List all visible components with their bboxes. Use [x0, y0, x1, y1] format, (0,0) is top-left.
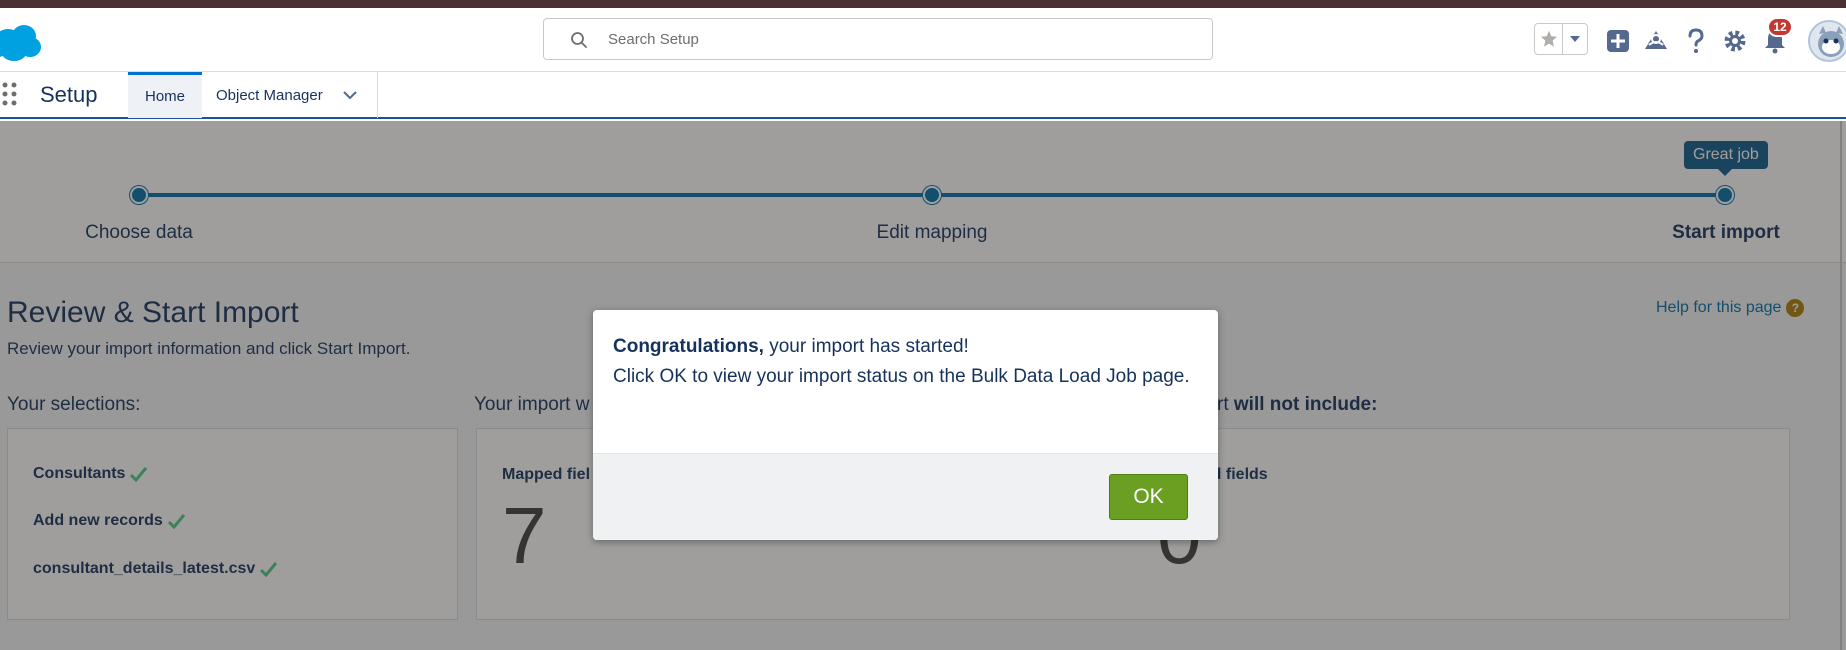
tab-object-manager-label: Object Manager: [216, 86, 323, 104]
search-icon: [571, 32, 587, 48]
global-actions-button[interactable]: [1603, 26, 1633, 56]
trailhead-button[interactable]: [1641, 26, 1671, 56]
favorites-group: [1534, 23, 1588, 55]
context-bar: Setup Home Object Manager: [0, 72, 1846, 119]
modal-congrats-bold: Congratulations,: [613, 336, 764, 357]
tab-home[interactable]: Home: [128, 72, 202, 118]
modal-line-1: Congratulations, your import has started…: [613, 332, 1198, 362]
user-avatar-icon: [1810, 22, 1846, 60]
browser-top-strip: [0, 0, 1846, 8]
modal-line-1-rest: your import has started!: [763, 336, 969, 357]
import-started-modal: Congratulations, your import has started…: [593, 310, 1218, 540]
ok-button[interactable]: OK: [1109, 474, 1188, 520]
gear-icon: [1724, 30, 1746, 52]
help-icon: [1688, 28, 1704, 53]
search-box[interactable]: [543, 18, 1213, 60]
star-icon: [1540, 30, 1557, 47]
salesforce-cloud-icon[interactable]: [0, 20, 48, 64]
notification-count-badge: 12: [1767, 17, 1793, 37]
plus-icon: [1607, 30, 1629, 52]
modal-footer: OK: [593, 453, 1218, 540]
app-name: Setup: [40, 82, 98, 107]
search-input[interactable]: [608, 20, 1198, 58]
favorites-dropdown-button[interactable]: [1563, 24, 1587, 54]
help-button[interactable]: [1681, 26, 1711, 56]
chevron-down-icon[interactable]: [342, 87, 358, 103]
avatar[interactable]: [1808, 20, 1846, 62]
tab-object-manager[interactable]: Object Manager: [202, 72, 378, 118]
tab-home-label: Home: [144, 88, 185, 105]
global-header: 12: [0, 8, 1846, 72]
trailhead-icon: [1645, 31, 1667, 49]
setup-gear-button[interactable]: [1720, 26, 1750, 56]
app-launcher-icon[interactable]: [2, 82, 20, 108]
chevron-down-icon: [1570, 36, 1580, 42]
modal-message: Congratulations, your import has started…: [613, 332, 1198, 392]
favorites-button[interactable]: [1535, 24, 1563, 54]
modal-line-2: Click OK to view your import status on t…: [613, 366, 1190, 387]
